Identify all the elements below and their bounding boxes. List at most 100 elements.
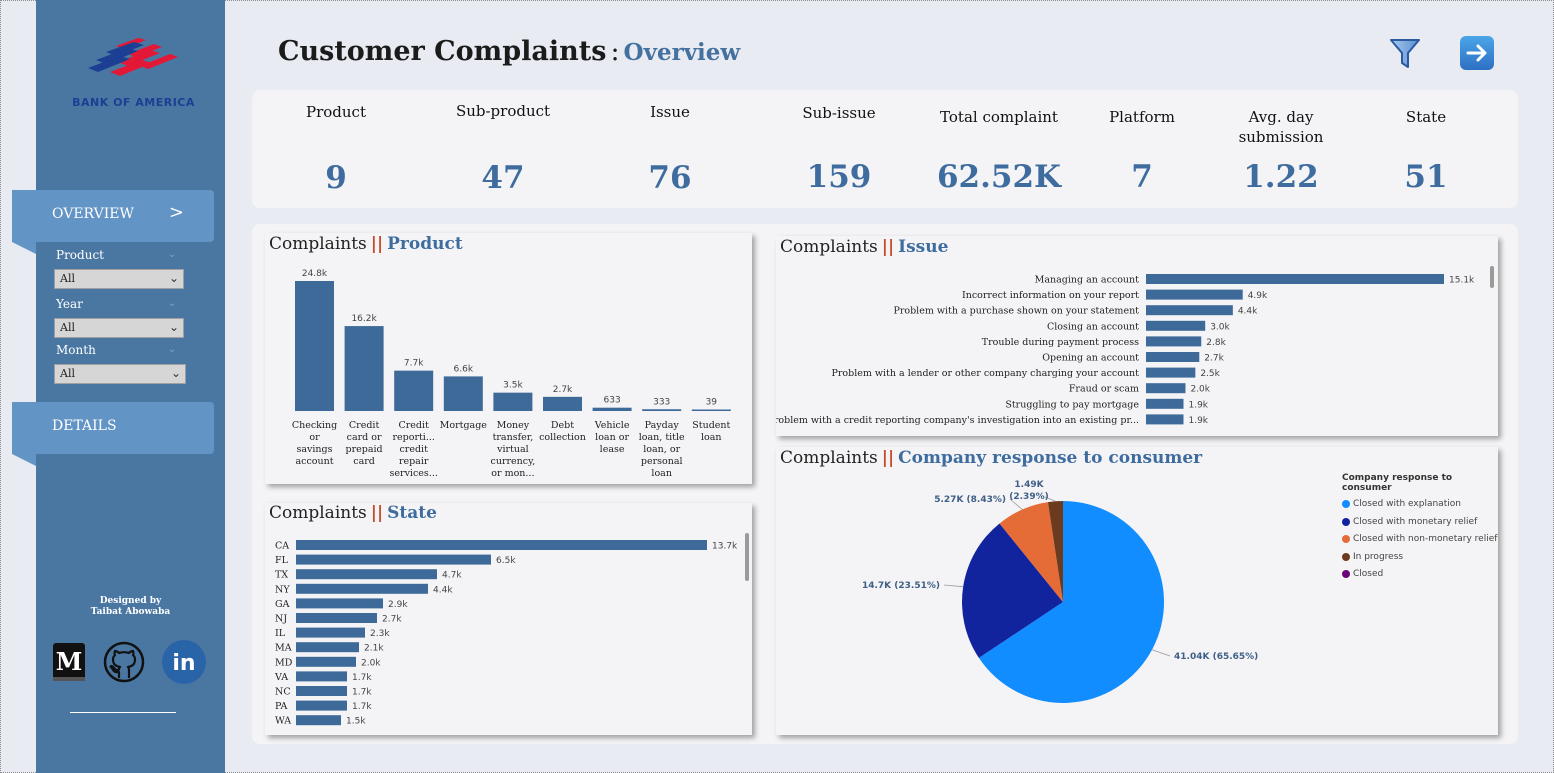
kpi-state: State 51 [1376,107,1476,195]
legend-dot [1342,535,1350,543]
kpi-value: 9 [325,160,347,196]
slicer-product-label: Product [56,248,104,262]
product-bar[interactable] [691,409,731,412]
legend-dot [1342,517,1350,526]
state-bar-value: 1.7k [352,673,372,683]
product-bar[interactable] [493,392,533,411]
state-bar-value: 4.7k [442,571,462,581]
product-bar[interactable] [443,376,483,411]
product-bar[interactable] [543,396,582,411]
kpi-value: 47 [481,160,525,196]
issue-bar-value: 2.7k [1204,354,1224,364]
kpi-label: Issue [650,103,690,121]
product-bar[interactable] [642,409,682,411]
medium-icon[interactable]: M [50,640,94,684]
state-bar[interactable] [296,583,428,594]
state-bar-chart: 13.7k CA 6.5k FL 4.7k TX 4.4k NY 2.9k GA 2.7k NJ 2.3… [274,540,738,727]
kpi-value: 76 [648,160,692,196]
state-bar[interactable] [296,715,341,726]
state-bar[interactable] [296,540,707,550]
scrollbar[interactable] [1490,266,1494,288]
issue-bar[interactable] [1146,398,1184,409]
kpi-value: 7 [1131,159,1153,195]
logo-text: BANK OF AMERICA [72,96,195,109]
state-category-label: MA [275,643,292,654]
issue-bar[interactable] [1146,336,1202,347]
page-title: Customer Complaints: Overview [278,36,740,67]
state-bar[interactable] [296,598,383,609]
product-bar[interactable] [592,407,632,411]
nav-overview-label: OVERVIEW [52,206,134,222]
nav-overview[interactable]: OVERVIEW > [12,190,214,242]
pie-data-label: 14.7K (23.51%) [862,581,940,591]
product-bar-value: 333 [653,397,670,407]
state-category-label: NC [275,687,291,698]
issue-bar[interactable] [1146,414,1184,425]
state-bar-value: 2.9k [388,600,408,610]
product-bar[interactable] [394,370,434,411]
product-bar-value: 16.2k [351,314,377,324]
issue-bar-value: 2.5k [1200,369,1220,379]
product-bar[interactable] [344,326,384,411]
kpi-value: 62.52K [936,159,1061,195]
state-bar[interactable] [296,627,365,638]
pie-leader-line [1151,649,1171,657]
state-bar[interactable] [296,554,491,565]
kpi-panel: Product 9 Sub-product 47 Issue 76 Sub-is… [252,90,1518,208]
issue-category-label: Trouble during payment process [982,337,1139,348]
product-category-label: Checking or savings account [292,420,337,467]
state-bar[interactable] [296,686,347,696]
state-bar[interactable] [296,569,437,580]
nav-details[interactable]: DETAILS [12,402,214,454]
state-bar[interactable] [296,656,356,667]
product-category-label: Vehicle loan or lease [594,420,630,455]
issue-bar[interactable] [1146,289,1243,300]
state-bar[interactable] [296,642,359,653]
state-bar-value: 1.7k [352,688,372,698]
issue-chart-card: Complaints || Issue 15.1k Managing an accou… [776,236,1498,436]
issue-bar[interactable] [1146,320,1206,331]
legend-item[interactable]: In progress [1342,552,1498,570]
arrow-right-icon[interactable] [1460,36,1494,70]
issue-bar[interactable] [1146,274,1444,284]
issue-bar[interactable] [1146,305,1233,316]
github-icon[interactable] [102,640,146,684]
dropdown-arrow-icon: ⌄ [170,366,181,380]
product-bar-value: 6.6k [454,364,474,374]
issue-bar[interactable] [1146,383,1186,394]
state-category-label: NY [275,584,290,595]
slicer-product[interactable]: All ⌄ [54,269,184,289]
slicer-year[interactable]: All ⌄ [54,318,184,338]
issue-bar[interactable] [1146,352,1200,362]
scrollbar[interactable] [745,533,749,581]
legend-item[interactable]: Closed with monetary relief [1342,517,1498,535]
product-category-label: Mortgage [440,420,488,431]
pie-data-label: 1.49K (2.39%) [1009,480,1048,502]
slicer-month[interactable]: All ⌄ [54,364,186,384]
state-bar[interactable] [296,671,347,682]
credit-line-1: Designed by [99,596,162,606]
kpi-label: Platform [1109,108,1175,126]
filter-icon[interactable] [1388,36,1422,70]
issue-category-label: Problem with a credit reporting company'… [776,415,1139,426]
issue-bar-value: 1.9k [1188,400,1208,410]
legend-item[interactable]: Closed with explanation [1342,499,1498,517]
product-bar[interactable] [295,281,334,411]
product-bar-value: 633 [604,396,621,406]
state-bar[interactable] [296,700,347,711]
legend-label: Closed with explanation [1353,499,1461,509]
bank-logo: BANK OF AMERICA [66,36,201,116]
product-bar-value: 7.7k [404,359,424,369]
nav-details-notch [12,454,36,466]
state-category-label: TX [275,570,288,581]
linkedin-icon[interactable]: in [162,640,206,684]
legend-dot [1342,552,1350,561]
state-bar[interactable] [296,613,377,623]
kpi-label: Total complaint [940,108,1058,126]
legend-item[interactable]: Closed with non-monetary relief [1342,534,1498,552]
state-category-label: WA [275,716,291,727]
issue-bar[interactable] [1146,367,1196,378]
legend-item[interactable]: Closed [1342,569,1498,587]
kpi-product: Product 9 [286,102,386,196]
state-category-label: CA [275,541,289,552]
